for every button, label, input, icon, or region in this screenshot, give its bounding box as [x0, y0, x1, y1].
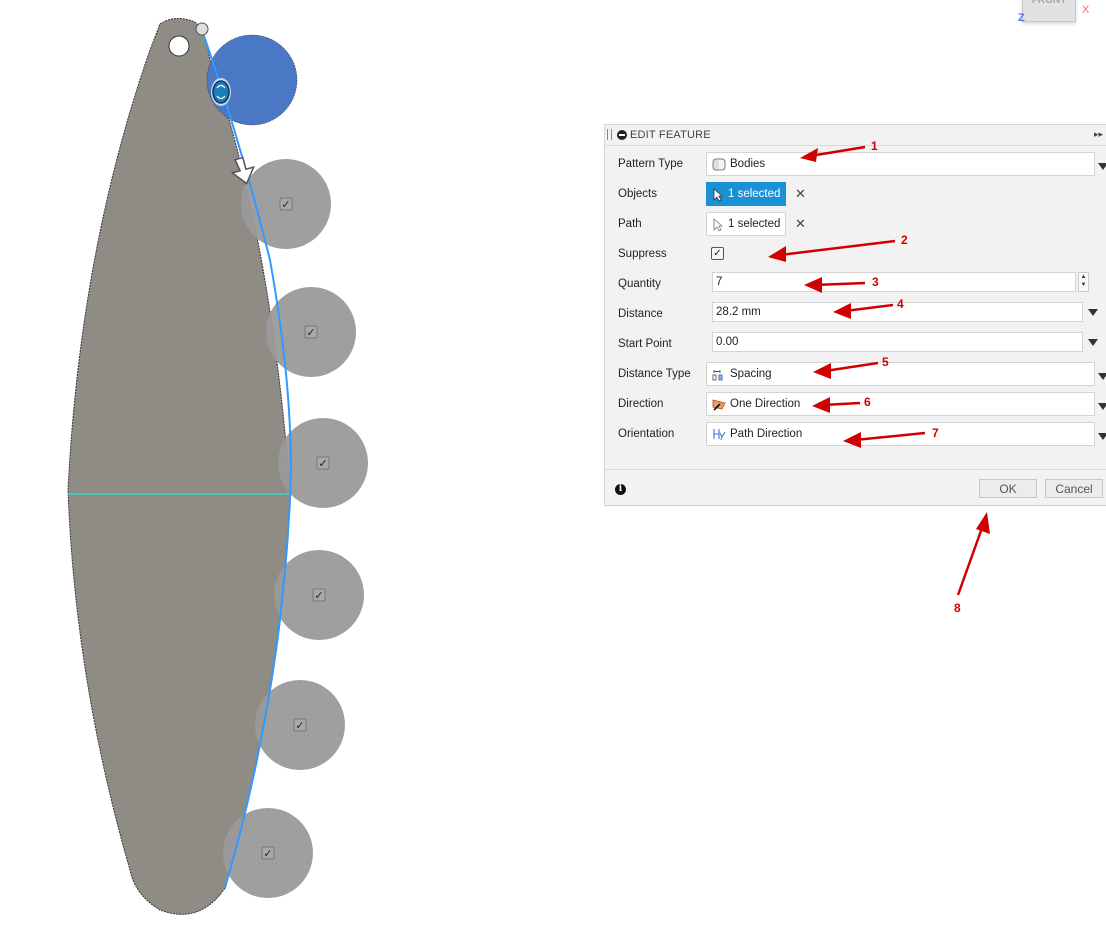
- start-point-label: Start Point: [618, 338, 672, 350]
- row-distance: Distance 28.2 mm: [605, 299, 1106, 329]
- one-direction-icon: [712, 399, 726, 411]
- row-path: Path 1 selected ✕: [605, 209, 1106, 239]
- direction-value: One Direction: [730, 398, 801, 410]
- direction-dropdown[interactable]: One Direction: [706, 392, 1106, 416]
- suppress-checkbox[interactable]: ✓: [711, 247, 724, 260]
- start-point-value: 0.00: [716, 336, 739, 348]
- cursor-icon: [713, 188, 723, 202]
- direction-label: Direction: [618, 398, 664, 410]
- row-pattern-type: Pattern Type Bodies: [605, 149, 1106, 179]
- annotation-label-3: 3: [872, 275, 879, 289]
- row-quantity: Quantity 7 ▲ ▼: [605, 269, 1106, 299]
- view-cube[interactable]: FRONT Z X: [1010, 0, 1100, 35]
- row-objects: Objects 1 selected ✕: [605, 179, 1106, 209]
- stepper-up-icon[interactable]: ▲: [1079, 273, 1088, 281]
- collapse-icon[interactable]: [617, 130, 627, 140]
- ok-button[interactable]: OK: [979, 479, 1037, 498]
- pattern-type-value: Bodies: [730, 158, 766, 170]
- chevron-down-icon[interactable]: [1098, 373, 1106, 380]
- path-value: 1 selected: [728, 218, 781, 230]
- row-suppress: Suppress ✓: [605, 239, 1106, 269]
- orientation-value: Path Direction: [730, 428, 803, 440]
- drag-grip-icon[interactable]: [607, 129, 612, 140]
- objects-value: 1 selected: [728, 188, 781, 200]
- quantity-stepper[interactable]: ▲ ▼: [1078, 272, 1089, 292]
- info-icon[interactable]: i: [615, 484, 626, 495]
- check-icon: ✓: [281, 198, 290, 211]
- objects-label: Objects: [618, 188, 657, 200]
- check-icon: ✓: [318, 457, 327, 470]
- distance-value: 28.2 mm: [716, 306, 761, 318]
- distance-type-label: Distance Type: [618, 368, 691, 380]
- annotation-label-8: 8: [954, 601, 961, 615]
- check-icon: ✓: [263, 847, 272, 860]
- chevron-down-icon[interactable]: [1098, 433, 1106, 440]
- clear-objects-icon[interactable]: ✕: [795, 186, 806, 202]
- axis-x-label: X: [1082, 4, 1090, 16]
- lure-body: [67, 18, 291, 915]
- body-hole: [168, 35, 190, 57]
- chevron-down-icon[interactable]: [1088, 309, 1098, 316]
- expand-icon[interactable]: ▸▸: [1094, 129, 1103, 140]
- pattern-instance[interactable]: ✓: [223, 808, 313, 898]
- panel-header[interactable]: EDIT FEATURE ▸▸: [605, 125, 1106, 146]
- start-point-input[interactable]: 0.00: [712, 332, 1098, 352]
- path-direction-icon: [713, 429, 726, 441]
- check-icon: ✓: [295, 719, 304, 732]
- path-selection-button[interactable]: 1 selected: [706, 212, 786, 236]
- path-start-handle: [195, 22, 209, 36]
- distance-type-dropdown[interactable]: Spacing: [706, 362, 1106, 386]
- annotation-label-2: 2: [901, 233, 908, 247]
- edit-feature-panel: EDIT FEATURE ▸▸ Pattern Type Bodies Obje…: [604, 124, 1106, 506]
- orientation-label: Orientation: [618, 428, 675, 440]
- pattern-type-label: Pattern Type: [618, 158, 683, 170]
- annotation-label-5: 5: [882, 355, 889, 369]
- annotation-label-1: 1: [871, 139, 878, 153]
- stepper-down-icon[interactable]: ▼: [1079, 281, 1088, 289]
- path-label: Path: [618, 218, 642, 230]
- annotation-label-7: 7: [932, 426, 939, 440]
- spacing-icon: [712, 370, 723, 381]
- row-start-point: Start Point 0.00: [605, 329, 1106, 359]
- orientation-dropdown[interactable]: Path Direction: [706, 422, 1106, 446]
- pattern-instance[interactable]: ✓: [274, 550, 364, 640]
- row-orientation: Orientation Path Direction: [605, 419, 1106, 449]
- pattern-instance[interactable]: ✓: [266, 287, 356, 377]
- panel-title: EDIT FEATURE: [630, 129, 711, 141]
- suppress-label: Suppress: [618, 248, 667, 260]
- check-icon: ✓: [314, 589, 323, 602]
- check-icon: ✓: [306, 326, 315, 339]
- cursor-icon: [713, 218, 723, 232]
- quantity-value: 7: [716, 276, 723, 288]
- distance-type-value: Spacing: [730, 368, 772, 380]
- row-distance-type: Distance Type Spacing: [605, 359, 1106, 389]
- distance-label: Distance: [618, 308, 663, 320]
- panel-footer: i OK Cancel: [605, 469, 1106, 506]
- row-direction: Direction One Direction: [605, 389, 1106, 419]
- pattern-type-dropdown[interactable]: Bodies: [706, 152, 1106, 176]
- quantity-input[interactable]: 7: [712, 272, 1076, 292]
- axis-z-label: Z: [1018, 12, 1025, 24]
- body-icon: [712, 158, 726, 171]
- objects-selection-button[interactable]: 1 selected: [706, 182, 786, 206]
- chevron-down-icon[interactable]: [1098, 163, 1106, 170]
- chevron-down-icon[interactable]: [1098, 403, 1106, 410]
- view-cube-face[interactable]: FRONT: [1022, 0, 1076, 22]
- annotation-label-4: 4: [897, 297, 904, 311]
- quantity-label: Quantity: [618, 278, 661, 290]
- cancel-button[interactable]: Cancel: [1045, 479, 1103, 498]
- chevron-down-icon[interactable]: [1088, 339, 1098, 346]
- clear-path-icon[interactable]: ✕: [795, 216, 806, 232]
- manipulator-handle: [211, 78, 231, 106]
- annotation-label-6: 6: [864, 395, 871, 409]
